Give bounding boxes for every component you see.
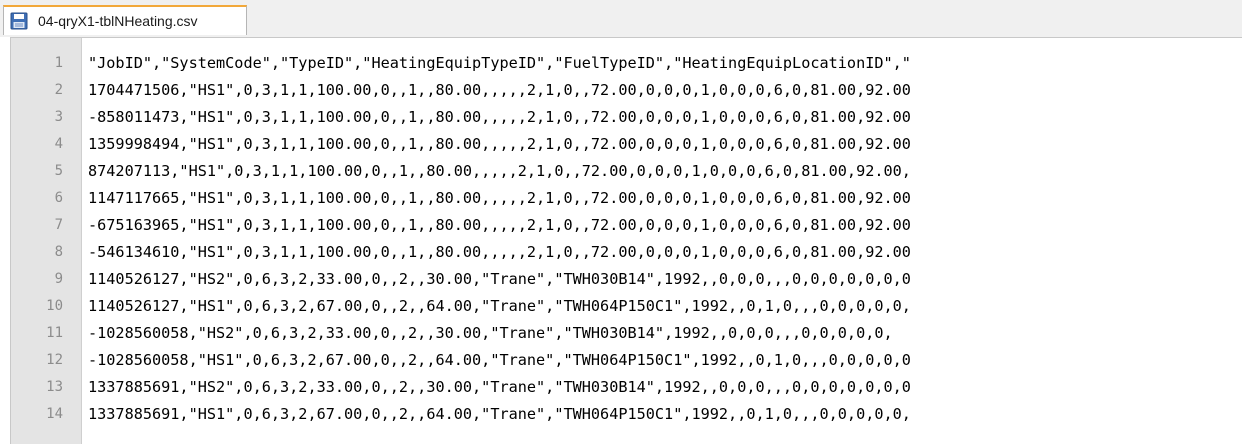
editor-line[interactable]: 12 -1028560058,"HS1",0,6,3,2,67.00,0,,2,,… [11,347,1242,374]
editor-lines: 1 "JobID","SystemCode","TypeID","HeatingE… [11,50,1242,428]
line-number: 2 [54,82,63,98]
line-number: 11 [46,325,63,341]
editor-line[interactable]: 9 1140526127,"HS2",0,6,3,2,33.00,0,,2,,30… [11,266,1242,293]
editor-line[interactable]: 8 -546134610,"HS1",0,3,1,1,100.00,0,,1,,8… [11,239,1242,266]
line-text[interactable]: 1140526127,"HS2",0,6,3,2,33.00,0,,2,,30.… [88,266,911,293]
editor-window: 04-qryX1-tblNHeating.csv 1 "JobID","Syste… [0,0,1242,444]
line-number: 7 [54,217,63,233]
line-number: 9 [54,271,63,287]
line-text[interactable]: -675163965,"HS1",0,3,1,1,100.00,0,,1,,80… [88,212,911,239]
tab-title: 04-qryX1-tblNHeating.csv [38,13,198,29]
line-number: 14 [46,406,63,422]
line-number: 4 [54,136,63,152]
editor-line[interactable]: 1 "JobID","SystemCode","TypeID","HeatingE… [11,50,1242,77]
tab-csv-file[interactable]: 04-qryX1-tblNHeating.csv [3,5,247,35]
line-text[interactable]: 1359998494,"HS1",0,3,1,1,100.00,0,,1,,80… [88,131,911,158]
line-text[interactable]: 1140526127,"HS1",0,6,3,2,67.00,0,,2,,64.… [88,293,911,320]
editor-line[interactable]: 11 -1028560058,"HS2",0,6,3,2,33.00,0,,2,,… [11,320,1242,347]
line-text[interactable]: 1704471506,"HS1",0,3,1,1,100.00,0,,1,,80… [88,77,911,104]
editor-line[interactable]: 4 1359998494,"HS1",0,3,1,1,100.00,0,,1,,8… [11,131,1242,158]
editor-line[interactable]: 14 1337885691,"HS1",0,6,3,2,67.00,0,,2,,6… [11,401,1242,428]
line-text[interactable]: -546134610,"HS1",0,3,1,1,100.00,0,,1,,80… [88,239,911,266]
line-number: 10 [46,298,63,314]
line-number: 1 [54,55,63,71]
line-text[interactable]: -858011473,"HS1",0,3,1,1,100.00,0,,1,,80… [88,104,911,131]
line-text[interactable]: -1028560058,"HS1",0,6,3,2,67.00,0,,2,,64… [88,347,911,374]
editor-line[interactable]: 13 1337885691,"HS2",0,6,3,2,33.00,0,,2,,3… [11,374,1242,401]
editor-line[interactable]: 7 -675163965,"HS1",0,3,1,1,100.00,0,,1,,8… [11,212,1242,239]
line-number: 3 [54,109,63,125]
line-number: 5 [54,163,63,179]
editor-line[interactable]: 3 -858011473,"HS1",0,3,1,1,100.00,0,,1,,8… [11,104,1242,131]
line-number: 6 [54,190,63,206]
editor-line[interactable]: 6 1147117665,"HS1",0,3,1,1,100.00,0,,1,,8… [11,185,1242,212]
line-text[interactable]: 1337885691,"HS2",0,6,3,2,33.00,0,,2,,30.… [88,374,911,401]
line-text[interactable]: -1028560058,"HS2",0,6,3,2,33.00,0,,2,,30… [88,320,893,347]
line-text[interactable]: 1147117665,"HS1",0,3,1,1,100.00,0,,1,,80… [88,185,911,212]
line-number: 12 [46,352,63,368]
line-text[interactable]: "JobID","SystemCode","TypeID","HeatingEq… [88,50,911,77]
text-editor[interactable]: 1 "JobID","SystemCode","TypeID","HeatingE… [10,37,1242,444]
line-text[interactable]: 874207113,"HS1",0,3,1,1,100.00,0,,1,,80.… [88,158,911,185]
line-number: 13 [46,379,63,395]
save-file-icon [10,12,28,30]
tab-bar: 04-qryX1-tblNHeating.csv [0,0,1242,37]
editor-line[interactable]: 10 1140526127,"HS1",0,6,3,2,67.00,0,,2,,6… [11,293,1242,320]
line-number: 8 [54,244,63,260]
editor-line[interactable]: 5 874207113,"HS1",0,3,1,1,100.00,0,,1,,80… [11,158,1242,185]
editor-line[interactable]: 2 1704471506,"HS1",0,3,1,1,100.00,0,,1,,8… [11,77,1242,104]
line-text[interactable]: 1337885691,"HS1",0,6,3,2,67.00,0,,2,,64.… [88,401,911,428]
